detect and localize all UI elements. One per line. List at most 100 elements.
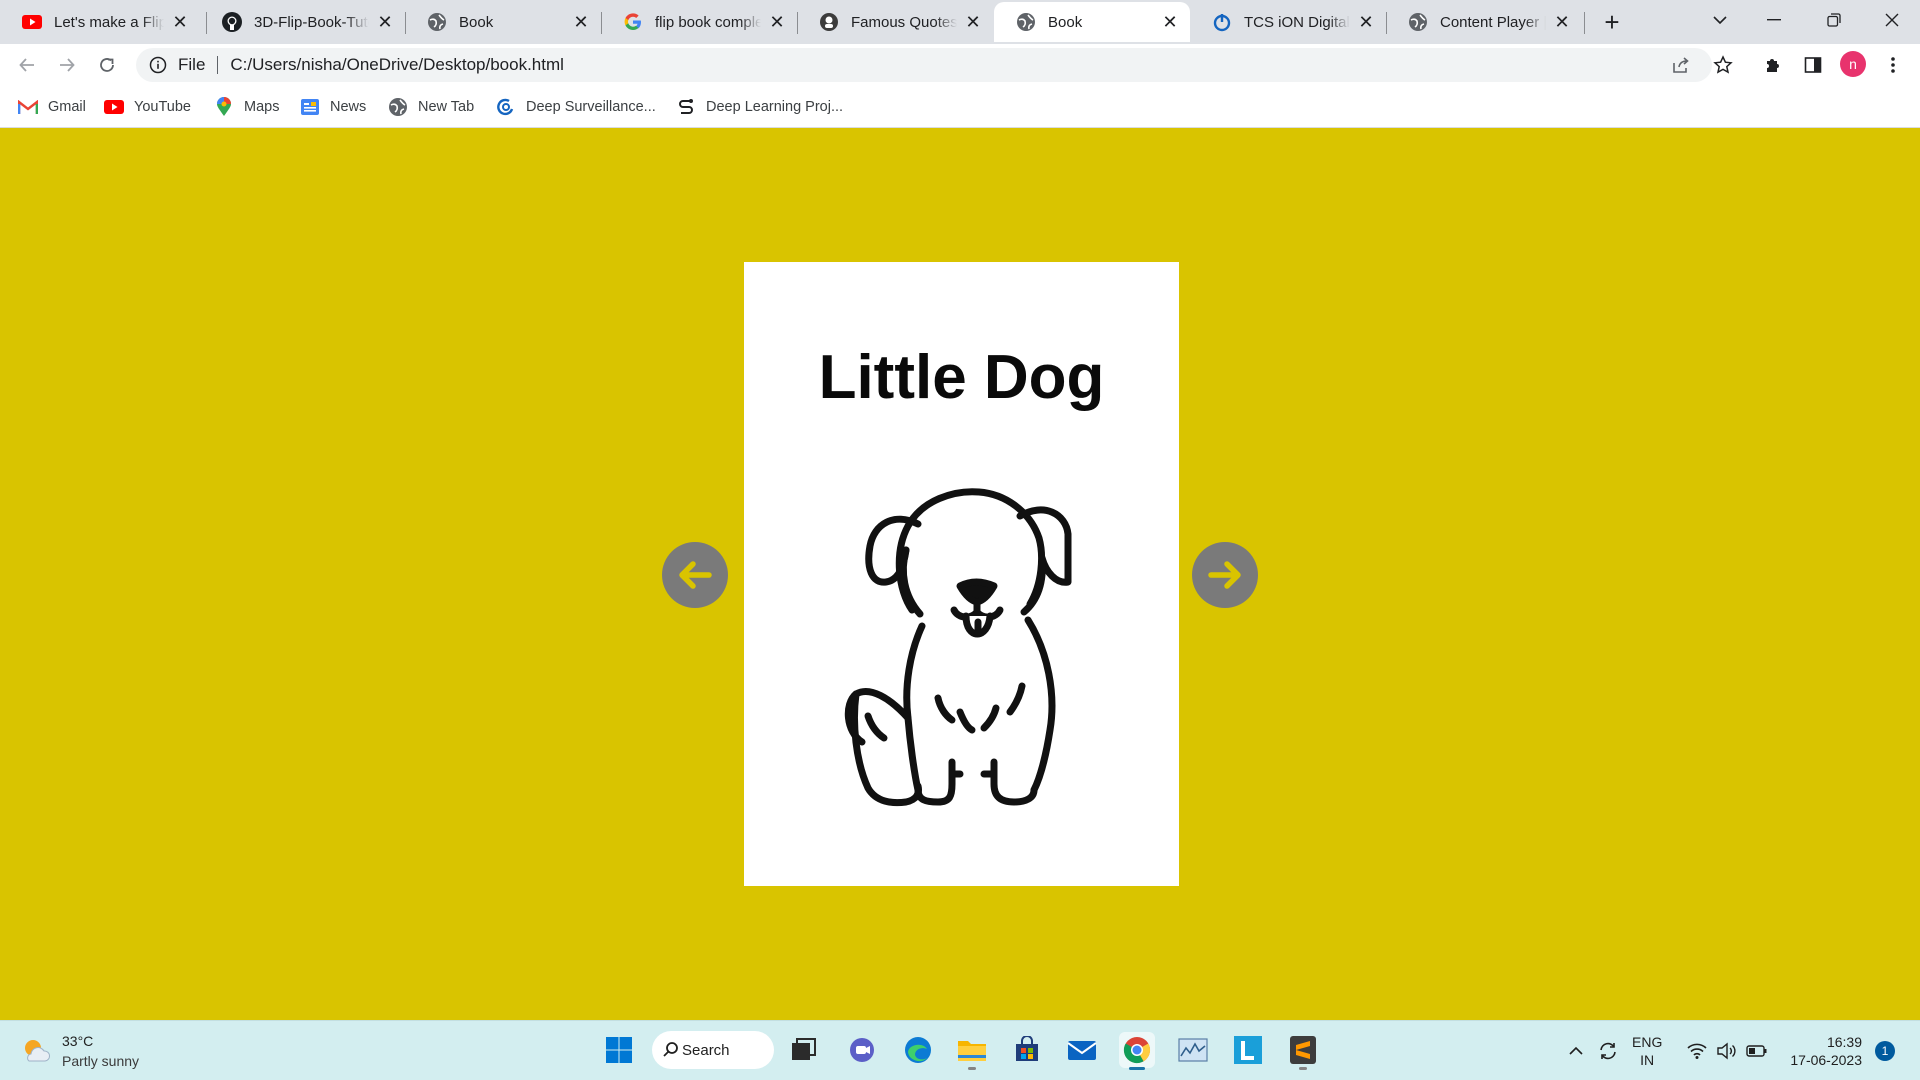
close-tab-icon[interactable]: ✕ [1160,12,1180,32]
tab-book-active[interactable]: Book ✕ [994,2,1190,42]
edge-icon [905,1037,931,1063]
tab-flip-book-video[interactable]: Let's make a Flip Book ✕ [0,2,200,42]
project-icon [676,97,696,117]
weather-condition: Partly sunny [62,1053,140,1069]
restore-icon [1827,13,1841,27]
book-cover[interactable]: Little Dog [744,262,1179,886]
taskbar-l-app[interactable] [1230,1032,1266,1068]
close-tab-icon[interactable]: ✕ [1356,12,1376,32]
arrow-right-icon [1208,561,1241,589]
close-icon [1885,13,1899,27]
taskbar-search-label: Search [682,1041,730,1059]
show-hidden-icons-button[interactable] [1560,1021,1592,1080]
url-separator [217,56,219,74]
bookmark-maps[interactable]: Maps [214,95,279,119]
arrow-left-icon [679,561,712,589]
tab-book[interactable]: Book ✕ [405,2,601,42]
profile-avatar[interactable]: n [1840,51,1866,77]
battery-status[interactable] [1742,1021,1772,1080]
tab-search-button[interactable] [1692,0,1748,40]
side-panel-icon[interactable] [1800,52,1826,78]
taskbar-chrome[interactable] [1119,1032,1155,1070]
share-icon[interactable] [1668,52,1694,78]
github-icon [222,12,242,32]
tab-github-tutorial[interactable]: 3D-Flip-Book-Tutorial ✕ [200,2,405,42]
browser-toolbar: File C:/Users/nisha/OneDrive/Desktop/boo… [0,44,1920,86]
arrow-back-icon [19,58,34,72]
sync-icon [1600,1042,1616,1060]
clock-date: 17-06-2023 [1790,1052,1862,1068]
system-clock[interactable]: 16:39 17-06-2023 [1778,1033,1862,1069]
extensions-icon[interactable] [1760,52,1786,78]
bookmark-youtube[interactable]: YouTube [104,95,191,119]
sync-status-button[interactable] [1592,1021,1624,1080]
taskbar-mail[interactable] [1064,1032,1100,1068]
previous-page-button[interactable] [662,542,728,608]
project-icon [496,97,516,117]
close-tab-icon[interactable]: ✕ [963,12,983,32]
restore-button[interactable] [1806,0,1862,40]
wifi-icon [1687,1043,1707,1059]
minimize-button[interactable] [1746,0,1802,40]
url-text[interactable]: C:/Users/nisha/OneDrive/Desktop/book.htm… [230,55,564,75]
google-icon [623,12,643,32]
next-page-button[interactable] [1192,542,1258,608]
search-icon [663,1042,678,1057]
tab-google-search[interactable]: flip book complete ✕ [601,2,797,42]
volume-status[interactable] [1712,1021,1742,1080]
task-view-button[interactable] [786,1032,822,1068]
address-bar[interactable]: File C:/Users/nisha/OneDrive/Desktop/boo… [136,48,1712,82]
l-app-icon [1234,1036,1262,1064]
taskbar-store[interactable] [1009,1032,1045,1068]
bookmark-deep-learning[interactable]: Deep Learning Proj... [676,95,843,119]
file-explorer-icon [958,1041,986,1061]
youtube-icon [104,97,124,117]
globe-icon [1016,12,1036,32]
globe-icon [1408,12,1428,32]
close-tab-icon[interactable]: ✕ [767,12,787,32]
close-window-button[interactable] [1864,0,1920,40]
weather-widget[interactable]: 33°C Partly sunny [20,1031,139,1071]
windows-start-icon [606,1037,632,1063]
dog-illustration [844,488,1072,807]
bookmark-gmail[interactable]: Gmail [18,95,86,119]
taskbar-monitor-app[interactable] [1175,1032,1211,1068]
tab-content-player[interactable]: Content Player | Coursera ✕ [1386,2,1582,42]
taskbar-edge[interactable] [900,1032,936,1068]
teams-chat-icon [850,1038,874,1062]
site-info-icon[interactable] [148,55,168,75]
close-tab-icon[interactable]: ✕ [571,12,591,32]
news-icon [300,97,320,117]
bookmark-new-tab[interactable]: New Tab [388,95,474,119]
bookmark-news[interactable]: News [300,95,366,119]
bookmark-deep-surveillance[interactable]: Deep Surveillance... [496,95,656,119]
quotes-site-icon [819,12,839,32]
input-language[interactable]: ENG IN [1632,1033,1662,1069]
book-title: Little Dog [818,343,1105,412]
wifi-status[interactable] [1682,1021,1712,1080]
taskbar-search[interactable]: Search [652,1031,774,1069]
tcs-ion-icon [1212,12,1232,32]
tab-famous-quotes[interactable]: Famous Quotes About ✕ [797,2,993,42]
sublime-text-icon [1290,1036,1316,1064]
back-button[interactable] [12,50,42,80]
notification-badge[interactable]: 1 [1875,1041,1895,1061]
taskbar-sublime-text[interactable] [1285,1032,1321,1070]
reload-button[interactable] [92,50,122,80]
chevron-up-icon [1569,1046,1583,1055]
close-tab-icon[interactable]: ✕ [170,12,190,32]
browser-menu-icon[interactable] [1880,52,1906,78]
bookmark-star-icon[interactable] [1710,52,1736,78]
start-button[interactable] [601,1032,637,1068]
globe-icon [427,12,447,32]
forward-button[interactable] [52,50,82,80]
taskbar-teams[interactable] [844,1032,880,1068]
close-tab-icon[interactable]: ✕ [375,12,395,32]
new-tab-button[interactable]: + [1598,7,1626,37]
mail-icon [1067,1041,1097,1060]
close-tab-icon[interactable]: ✕ [1552,12,1572,32]
youtube-icon [22,12,42,32]
minimize-icon [1767,19,1781,21]
tab-tcs-ion[interactable]: TCS iON Digital Learning ✕ [1190,2,1386,42]
taskbar-file-explorer[interactable] [954,1032,990,1070]
